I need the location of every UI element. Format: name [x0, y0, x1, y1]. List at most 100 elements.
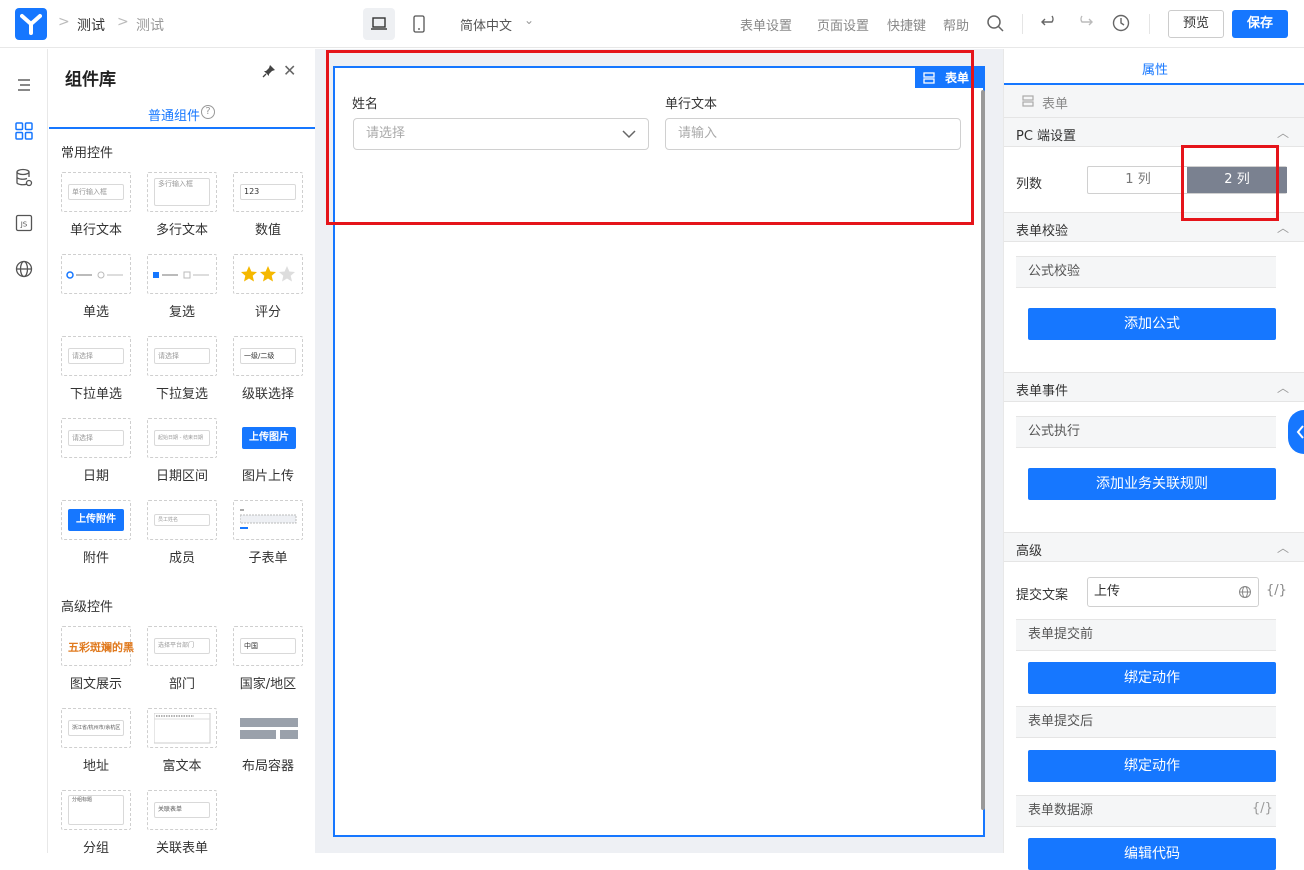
subform-preview-icon: [240, 509, 297, 529]
properties-header: 属性: [1004, 49, 1304, 85]
tab-properties[interactable]: 属性: [1142, 59, 1168, 78]
section-title-common: 常用控件: [61, 146, 114, 161]
component-tile-subform[interactable]: [233, 500, 303, 540]
component-tile-checkbox[interactable]: [147, 254, 217, 294]
tile-preview: 123: [240, 184, 296, 200]
component-tile-layout[interactable]: [233, 708, 303, 748]
component-tile-rating[interactable]: [233, 254, 303, 294]
component-label: 布局容器: [241, 759, 294, 774]
submit-text-label: 提交文案: [1016, 588, 1069, 603]
tab-underline: [1004, 83, 1304, 85]
globe-icon[interactable]: [14, 259, 34, 279]
component-label: 单选: [82, 305, 109, 320]
component-label: 数值: [254, 223, 281, 238]
app-logo[interactable]: [15, 8, 47, 40]
add-formula-button[interactable]: 添加公式: [1028, 308, 1276, 340]
highlight-box-columns: [1181, 145, 1279, 221]
edit-code-button[interactable]: 编辑代码: [1028, 838, 1276, 870]
tile-preview: 五彩斑斓的黑: [68, 641, 134, 654]
component-tile-single-text[interactable]: 单行输入框: [61, 172, 131, 212]
component-label: 部门: [168, 677, 195, 692]
component-tile-department[interactable]: 选择平台部门: [147, 626, 217, 666]
tile-preview: 一级/二级: [240, 348, 296, 364]
tile-preview: 员工姓名: [154, 514, 210, 526]
laptop-icon: [371, 17, 387, 30]
group-title: PC 端设置: [1016, 129, 1077, 144]
component-label: 下拉复选: [155, 387, 208, 402]
submit-text-input[interactable]: 上传: [1087, 577, 1259, 607]
component-tile-group[interactable]: 分组标题: [61, 790, 131, 830]
canvas-scrollbar[interactable]: [981, 90, 985, 810]
pin-icon[interactable]: [261, 63, 277, 79]
component-tile-number[interactable]: 123: [233, 172, 303, 212]
help-icon[interactable]: ?: [201, 105, 215, 119]
component-tile-date[interactable]: 请选择: [61, 418, 131, 458]
component-label: 分组: [82, 841, 109, 856]
component-tile-rich-display[interactable]: 五彩斑斓的黑: [61, 626, 134, 666]
formula-variable-icon[interactable]: {/}: [1266, 583, 1287, 598]
group-header-advanced[interactable]: 高级 ︿: [1004, 532, 1304, 562]
group-title: 表单事件: [1016, 384, 1069, 399]
breadcrumb-app[interactable]: 测试: [77, 15, 105, 35]
chevron-right-icon: >: [58, 14, 70, 30]
component-tile-address[interactable]: 浙江省/杭州市/余杭区: [61, 708, 131, 748]
component-tile-multi-text[interactable]: 多行输入框: [147, 172, 217, 212]
left-icon-rail: JS: [0, 49, 48, 853]
component-tile-radio[interactable]: [61, 254, 131, 294]
globe-icon[interactable]: [1238, 585, 1252, 599]
component-tile-country[interactable]: 中国: [233, 626, 303, 666]
component-tile-select[interactable]: 请选择: [61, 336, 131, 376]
chevron-up-icon: ︿: [1276, 541, 1289, 555]
component-label: 地址: [82, 759, 109, 774]
columns-label: 列数: [1016, 177, 1043, 192]
add-business-rule-button[interactable]: 添加业务关联规则: [1028, 468, 1276, 500]
component-tile-image-upload[interactable]: 上传图片: [233, 418, 303, 458]
breadcrumb-page[interactable]: 测试: [136, 15, 164, 35]
history-icon[interactable]: [1110, 12, 1132, 34]
form-settings-link[interactable]: 表单设置: [740, 15, 792, 34]
search-icon[interactable]: [984, 12, 1006, 34]
bind-action-after-button[interactable]: 绑定动作: [1028, 750, 1276, 782]
tile-preview: 选择平台部门: [154, 638, 210, 654]
component-tile-multi-select[interactable]: 请选择: [147, 336, 217, 376]
undo-icon[interactable]: [1039, 12, 1061, 34]
group-header-pc[interactable]: PC 端设置 ︿: [1004, 117, 1304, 147]
divider: [1022, 14, 1023, 34]
help-link[interactable]: 帮助: [943, 15, 969, 34]
bind-action-before-button[interactable]: 绑定动作: [1028, 662, 1276, 694]
page-settings-link[interactable]: 页面设置: [817, 15, 869, 34]
floating-assistant-handle[interactable]: [1288, 410, 1304, 454]
component-tile-member[interactable]: 员工姓名: [147, 500, 217, 540]
group-header-events[interactable]: 表单事件 ︿: [1004, 372, 1304, 402]
component-tile-related-form[interactable]: 关联表单: [147, 790, 217, 830]
phone-icon: [413, 15, 425, 33]
component-tile-date-range[interactable]: 起始日期 - 结束日期: [147, 418, 217, 458]
preview-button[interactable]: 预览: [1168, 10, 1224, 38]
component-library-panel: 组件库 ✕ 普通组件 ? 常用控件 单行输入框 单行文本 多行输入框 多行文本 …: [49, 49, 315, 856]
component-label: 附件: [82, 551, 109, 566]
formula-variable-icon[interactable]: {/}: [1252, 801, 1273, 816]
close-icon[interactable]: ✕: [283, 61, 296, 80]
mobile-view-button[interactable]: [403, 8, 435, 40]
formula-execution-subheader: 公式执行: [1016, 416, 1276, 448]
component-tile-attachment[interactable]: 上传附件: [61, 500, 131, 540]
columns-option-1[interactable]: 1 列: [1088, 167, 1188, 193]
outline-tree-icon[interactable]: [14, 75, 34, 95]
save-button[interactable]: 保存: [1232, 10, 1288, 38]
chevron-down-icon: ⌄: [524, 13, 535, 27]
shortcuts-link[interactable]: 快捷键: [887, 15, 926, 34]
selected-component-crumb[interactable]: 表单: [1042, 93, 1068, 112]
component-tile-cascade[interactable]: 一级/二级: [233, 336, 303, 376]
radio-preview-icon: [66, 271, 123, 279]
js-code-icon[interactable]: JS: [14, 213, 34, 233]
tab-common-components[interactable]: 普通组件: [148, 105, 200, 124]
language-select[interactable]: 简体中文: [460, 15, 512, 34]
components-grid-icon[interactable]: [14, 121, 34, 141]
after-submit-subheader: 表单提交后: [1016, 706, 1276, 738]
desktop-view-button[interactable]: [363, 8, 395, 40]
redo-icon[interactable]: [1073, 12, 1095, 34]
component-tile-rich-text[interactable]: [147, 708, 217, 748]
component-label: 图文展示: [69, 677, 122, 692]
database-icon[interactable]: [14, 168, 34, 188]
library-title: 组件库: [65, 70, 116, 90]
